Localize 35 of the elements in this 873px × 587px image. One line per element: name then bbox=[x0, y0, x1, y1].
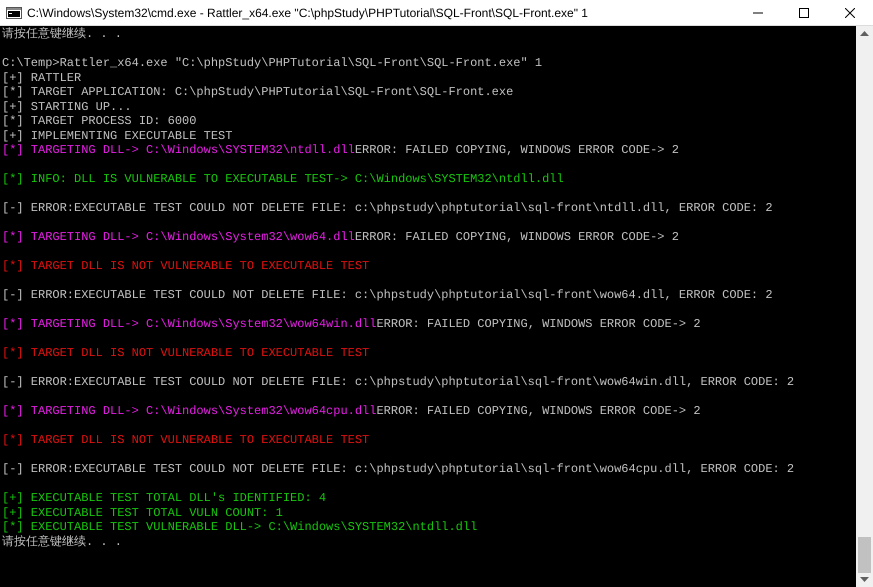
console-text: [*] TARGETING DLL-> C:\Windows\System32\wow64cpu.dll bbox=[2, 404, 376, 418]
console-text: [*] TARGET PROCESS ID: 6000 bbox=[2, 114, 196, 128]
console-text: ERROR: FAILED COPYING, WINDOWS ERROR CODE-> 2 bbox=[354, 143, 679, 157]
console-text: [*] TARGETING DLL-> C:\Windows\SYSTEM32\ntdll.dll bbox=[2, 143, 355, 157]
console-text: [-] ERROR:EXECUTABLE TEST COULD NOT DELETE FILE: c:\phpstudy\phptutorial\sql-front\wow64cpu.dll, ERROR CODE: 2 bbox=[2, 462, 794, 476]
console-text: [*] TARGET DLL IS NOT VULNERABLE TO EXECUTABLE TEST bbox=[2, 433, 370, 447]
console-text: [*] TARGET APPLICATION: C:\phpStudy\PHPTutorial\SQL-Front\SQL-Front.exe bbox=[2, 85, 514, 99]
console-text: [*] TARGETING DLL-> C:\Windows\System32\wow64.dll bbox=[2, 230, 355, 244]
console-text: [*] TARGETING DLL-> C:\Windows\System32\wow64win.dll bbox=[2, 317, 376, 331]
console-text: [*] INFO: DLL IS VULNERABLE TO EXECUTABLE TEST-> C:\Windows\SYSTEM32\ntdll.dll bbox=[2, 172, 564, 186]
console-text: [-] ERROR:EXECUTABLE TEST COULD NOT DELETE FILE: c:\phpstudy\phptutorial\sql-front\wow64win.dll, ERROR CODE: 2 bbox=[2, 375, 794, 389]
console-text: C:\Temp>Rattler_x64.exe "C:\phpStudy\PHPTutorial\SQL-Front\SQL-Front.exe" 1 bbox=[2, 56, 542, 70]
console-text: 请按任意键继续. . . bbox=[2, 534, 122, 548]
console-text: ERROR: FAILED COPYING, WINDOWS ERROR CODE-> 2 bbox=[376, 404, 701, 418]
console-text: [+] IMPLEMENTING EXECUTABLE TEST bbox=[2, 128, 232, 142]
scrollbar[interactable] bbox=[856, 26, 873, 587]
console-text: [-] ERROR:EXECUTABLE TEST COULD NOT DELETE FILE: c:\phpstudy\phptutorial\sql-front\wow64.dll, ERROR CODE: 2 bbox=[2, 288, 773, 302]
console-text: [+] RATTLER bbox=[2, 70, 82, 84]
close-icon bbox=[845, 8, 855, 18]
console-text: [*] TARGET DLL IS NOT VULNERABLE TO EXECUTABLE TEST bbox=[2, 346, 370, 360]
console-text: [*] EXECUTABLE TEST VULNERABLE DLL-> C:\Windows\SYSTEM32\ntdll.dll bbox=[2, 520, 478, 534]
console-text: [+] EXECUTABLE TEST TOTAL VULN COUNT: 1 bbox=[2, 506, 283, 520]
console-text: [*] TARGET DLL IS NOT VULNERABLE TO EXECUTABLE TEST bbox=[2, 259, 370, 273]
scroll-up-icon[interactable] bbox=[860, 31, 869, 36]
console-text: ERROR: FAILED COPYING, WINDOWS ERROR CODE-> 2 bbox=[354, 230, 679, 244]
scroll-thumb[interactable] bbox=[858, 537, 871, 573]
console-icon bbox=[6, 6, 22, 18]
scroll-down-icon[interactable] bbox=[860, 577, 869, 582]
console-text: ERROR: FAILED COPYING, WINDOWS ERROR CODE-> 2 bbox=[376, 317, 701, 331]
console-text: [-] ERROR:EXECUTABLE TEST COULD NOT DELETE FILE: c:\phpstudy\phptutorial\sql-front\ntdll.dll, ERROR CODE: 2 bbox=[2, 201, 773, 215]
maximize-icon bbox=[799, 8, 809, 18]
console-text: 请按任意键继续. . . bbox=[2, 27, 122, 41]
console-text: [+] EXECUTABLE TEST TOTAL DLL's IDENTIFIED: 4 bbox=[2, 491, 326, 505]
console-text: [+] STARTING UP... bbox=[2, 100, 132, 114]
window-title: C:\Windows\System32\cmd.exe - Rattler_x64.exe "C:\phpStudy\PHPTutorial\SQL-Front\SQL-Front.exe" 1 bbox=[27, 4, 589, 22]
